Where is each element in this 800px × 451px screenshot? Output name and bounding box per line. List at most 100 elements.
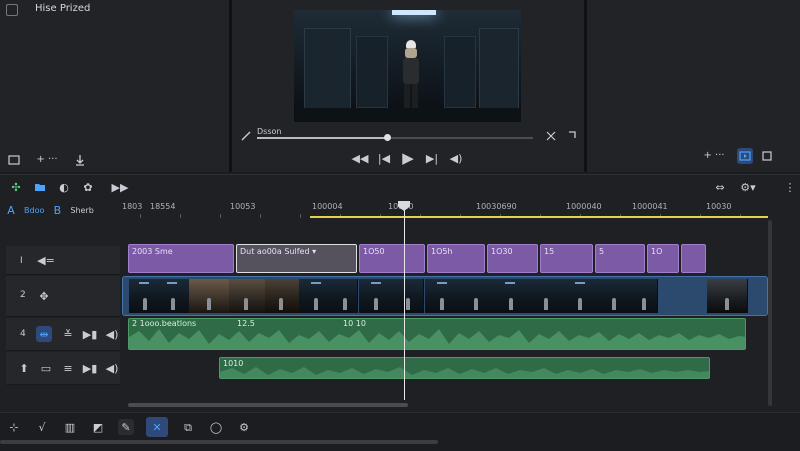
rewind-icon[interactable]: ◀◀ (352, 150, 369, 166)
media-browser-icon[interactable] (6, 152, 22, 168)
title-track: 2003 Sme Dut ao00a Sulfed ▾ 1O50 1O5h 1O… (128, 244, 768, 273)
import-icon[interactable] (72, 152, 88, 168)
title-clip[interactable]: 2003 Sme (128, 244, 234, 273)
inspector-audio-icon[interactable] (759, 148, 775, 164)
title-clip-label: 15 (544, 247, 555, 256)
music-clip-label: 1010 (223, 359, 244, 368)
title-clip-label: 2003 Sme (132, 247, 173, 256)
title-clip[interactable]: 15 (540, 244, 593, 273)
music-waveform (220, 367, 709, 378)
crop-icon[interactable] (543, 128, 559, 144)
viewer-scrubber[interactable] (257, 134, 533, 141)
track-sync-icon[interactable]: ≚ (60, 326, 76, 342)
video-track (122, 276, 768, 316)
track-header-title (6, 246, 120, 275)
track-number: 4 (20, 329, 26, 339)
audio-track: 2 1ooo.beatlons 12.5 10 10 (128, 318, 746, 350)
track-move-icon[interactable]: ✥ (36, 288, 52, 304)
close-tool-icon[interactable]: ✕ (146, 417, 168, 437)
inspector-zoom-control[interactable]: + ··· (697, 148, 731, 164)
audio-mix-icon[interactable]: ◐ (56, 179, 72, 195)
ruler-label: 10053 (230, 202, 256, 211)
title-clip-label: 1O30 (491, 247, 513, 256)
audio-clip-label: 12.5 (237, 319, 255, 328)
title-clip[interactable] (681, 244, 706, 273)
inspector-video-icon[interactable] (737, 148, 753, 164)
ruler-label: 1000040 (566, 202, 602, 211)
track-link-icon[interactable]: ⇹ (36, 326, 52, 342)
audio-clip-label: 2 1ooo.beatlons (132, 319, 197, 328)
gear-icon[interactable]: ⚙ (236, 419, 252, 435)
folder-icon[interactable] (32, 179, 48, 195)
ceiling-light (392, 10, 436, 15)
title-clip-label: 1O (651, 247, 663, 256)
ruler-label: 10030 (706, 202, 732, 211)
timeline-options-icon[interactable]: ⚙▾ (736, 179, 760, 195)
music-clip[interactable]: 1010 (219, 357, 710, 379)
track-collapse-icon[interactable]: ◀= (37, 252, 55, 268)
tab-bdoo[interactable]: Bdoo (24, 206, 44, 215)
track-play-icon[interactable]: ▶▮ (82, 326, 98, 342)
volume-icon[interactable]: ◀) (448, 150, 464, 166)
ruler-label: 100004 (312, 202, 343, 211)
window-close-icon[interactable] (6, 4, 18, 16)
track-number: 2 (20, 290, 26, 300)
trim-icon[interactable]: √ (34, 419, 50, 435)
track-number: I (20, 256, 23, 266)
text-tool-icon[interactable]: A (6, 202, 16, 218)
play-icon[interactable]: ▶ (400, 150, 416, 166)
ruler-label: 1000041 (632, 202, 668, 211)
audio-clip[interactable]: 2 1ooo.beatlons 12.5 10 10 (128, 318, 746, 350)
zoom-control[interactable]: + ··· (30, 152, 64, 168)
audio-waveform (129, 329, 745, 349)
title-clip[interactable]: 5 (595, 244, 645, 273)
title-clip-label: 1O50 (363, 247, 385, 256)
title-clip[interactable]: 1O30 (487, 244, 538, 273)
ruler-range-bar[interactable] (310, 216, 768, 218)
layers-icon[interactable]: ⧉ (180, 419, 196, 435)
title-clip-selected[interactable]: Dut ao00a Sulfed ▾ (236, 244, 357, 273)
pen-tool-icon[interactable]: ✎ (118, 419, 134, 435)
ruler-label: 18554 (150, 202, 176, 211)
title-clip[interactable]: 1O (647, 244, 679, 273)
library-icon[interactable]: ▥ (62, 419, 78, 435)
viewer-panel: Dsson ◀◀ |◀ ▶ ▶| ◀) (232, 0, 584, 172)
ruler-label: 10030690 (476, 202, 517, 211)
track-play-icon[interactable]: ▶▮ (82, 360, 98, 376)
scrubber-handle[interactable] (384, 134, 391, 141)
forward-icon[interactable]: ▶▶ (112, 179, 129, 195)
viewer-clip-icon[interactable] (238, 128, 254, 146)
title-clip-label: 5 (599, 247, 605, 256)
search-tool-icon[interactable]: B (52, 202, 62, 218)
track-volume-icon[interactable]: ◀) (104, 360, 120, 376)
tab-sherb[interactable]: Sherb (70, 206, 93, 215)
viewer-frame[interactable] (294, 10, 521, 122)
title-clip-label: 1O5h (431, 247, 453, 256)
comment-icon[interactable]: ◯ (208, 419, 224, 435)
fit-timeline-icon[interactable]: ⇔ (712, 179, 728, 195)
step-back-icon[interactable]: |◀ (376, 150, 392, 166)
ruler-label: 1803 (122, 202, 143, 211)
playhead[interactable] (404, 204, 405, 400)
worker-figure (400, 40, 422, 118)
title-clip[interactable]: 1O5h (427, 244, 485, 273)
split-icon[interactable]: ⊹ (6, 419, 22, 435)
timeline-vertical-scrollbar[interactable] (768, 220, 772, 406)
track-pin-icon[interactable]: ⬆ (16, 360, 32, 376)
image-icon[interactable]: ◩ (90, 419, 106, 435)
title-clip[interactable]: 1O50 (359, 244, 425, 273)
track-card-icon[interactable]: ▭ (38, 360, 54, 376)
step-forward-icon[interactable]: ▶| (424, 150, 440, 166)
timeline-horizontal-scrollbar[interactable] (128, 403, 408, 407)
track-volume-icon[interactable]: ◀) (104, 326, 120, 342)
transform-icon[interactable] (565, 128, 581, 144)
bottom-scrollbar[interactable] (0, 440, 438, 444)
viewer-clip-label: Dsson (257, 127, 282, 136)
magnetic-snap-icon[interactable]: ✣ (8, 179, 24, 195)
expand-panel-icon[interactable]: ⋮ (782, 179, 798, 195)
audio-clip-label: 10 10 (343, 319, 366, 328)
media-panel: Hise Prized + ··· (0, 0, 229, 172)
track-list-icon[interactable]: ≡ (60, 360, 76, 376)
settings-icon[interactable]: ✿ (80, 179, 96, 195)
app-title: Hise Prized (35, 3, 91, 14)
